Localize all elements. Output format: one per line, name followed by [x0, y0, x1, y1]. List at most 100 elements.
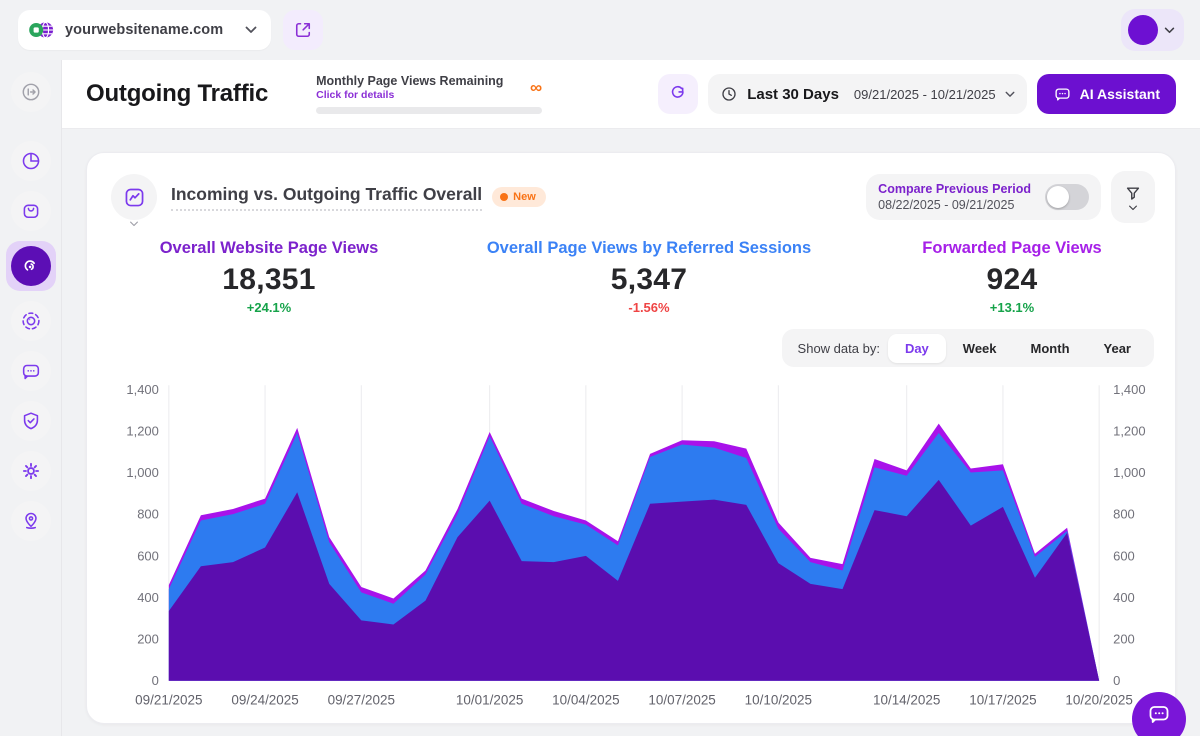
badge-label: New — [513, 191, 536, 203]
stat-label: Overall Website Page Views — [87, 239, 451, 258]
ai-chat-icon — [1053, 85, 1072, 103]
refresh-button[interactable] — [658, 74, 698, 114]
stat-delta: +24.1% — [87, 300, 451, 315]
funnel-icon — [1123, 184, 1143, 204]
sidebar-item-outgoing-traffic-active[interactable] — [6, 241, 56, 291]
svg-text:0: 0 — [152, 673, 159, 688]
sidebar-item-locations[interactable] — [11, 501, 51, 541]
svg-text:10/20/2025: 10/20/2025 — [1065, 693, 1132, 708]
chevron-down-icon — [1005, 91, 1015, 98]
svg-text:09/24/2025: 09/24/2025 — [231, 693, 298, 708]
chevron-down-icon — [1164, 27, 1175, 34]
svg-text:400: 400 — [137, 590, 159, 605]
location-pin-icon — [20, 510, 42, 532]
svg-text:1,200: 1,200 — [1113, 423, 1145, 438]
granularity-week[interactable]: Week — [946, 334, 1014, 363]
sidebar-item-chat[interactable] — [11, 351, 51, 391]
svg-text:10/10/2025: 10/10/2025 — [745, 693, 812, 708]
outgoing-traffic-icon — [11, 246, 51, 286]
quota-title: Monthly Page Views Remaining — [316, 74, 542, 88]
page-header: Outgoing Traffic Monthly Page Views Rema… — [62, 60, 1200, 129]
quota-widget: Monthly Page Views Remaining Click for d… — [316, 74, 542, 114]
sidebar-item-security[interactable] — [11, 401, 51, 441]
chevron-down-icon — [129, 221, 139, 227]
svg-text:10/07/2025: 10/07/2025 — [648, 693, 715, 708]
compare-label: Compare Previous Period — [878, 182, 1031, 196]
svg-text:10/17/2025: 10/17/2025 — [969, 693, 1036, 708]
sidebar-collapse-toggle[interactable] — [11, 72, 51, 112]
user-menu[interactable] — [1121, 9, 1184, 51]
svg-text:1,000: 1,000 — [1113, 465, 1145, 480]
granularity-year[interactable]: Year — [1087, 334, 1148, 363]
page-title: Outgoing Traffic — [86, 80, 268, 108]
stat-referred-sessions: Overall Page Views by Referred Sessions … — [451, 239, 847, 315]
date-range-selector[interactable]: Last 30 Days 09/21/2025 - 10/21/2025 — [708, 74, 1026, 114]
svg-text:200: 200 — [1113, 632, 1135, 647]
infinity-icon: ∞ — [530, 79, 542, 96]
stat-forwarded-page-views: Forwarded Page Views 924 +13.1% — [847, 239, 1177, 315]
quota-details-link[interactable]: Click for details — [316, 89, 542, 101]
svg-text:1,400: 1,400 — [126, 382, 158, 397]
gear-icon — [20, 460, 42, 482]
show-data-by-control: Show data by: Day Week Month Year — [782, 329, 1154, 367]
ai-assistant-label: AI Assistant — [1080, 86, 1160, 102]
sidebar-item-scan[interactable] — [11, 301, 51, 341]
ai-assistant-button[interactable]: AI Assistant — [1037, 74, 1176, 114]
stat-value: 5,347 — [451, 263, 847, 297]
website-selector[interactable]: yourwebsitename.com — [18, 10, 271, 50]
show-data-by-label: Show data by: — [798, 341, 880, 356]
card-title[interactable]: Incoming vs. Outgoing Traffic Overall — [171, 184, 482, 211]
collapse-arrow-icon — [20, 81, 42, 103]
avatar — [1128, 15, 1158, 45]
svg-text:600: 600 — [1113, 548, 1135, 563]
chart-type-selector[interactable] — [111, 174, 157, 220]
shield-check-icon — [20, 410, 42, 432]
stat-value: 924 — [847, 263, 1177, 297]
stat-value: 18,351 — [87, 263, 451, 297]
svg-text:1,200: 1,200 — [126, 423, 158, 438]
svg-text:09/27/2025: 09/27/2025 — [328, 693, 395, 708]
svg-text:10/01/2025: 10/01/2025 — [456, 693, 523, 708]
toggle-knob — [1047, 186, 1069, 208]
chevron-down-icon — [1128, 205, 1138, 211]
chevron-down-icon — [223, 26, 257, 34]
open-website-button[interactable] — [283, 10, 323, 50]
granularity-day[interactable]: Day — [888, 334, 946, 363]
scan-camera-icon — [20, 310, 42, 332]
svg-text:200: 200 — [137, 632, 159, 647]
svg-text:400: 400 — [1113, 590, 1135, 605]
stat-label: Overall Page Views by Referred Sessions — [451, 239, 847, 258]
refresh-icon — [668, 84, 688, 104]
traffic-overview-card: Incoming vs. Outgoing Traffic Overall Ne… — [86, 152, 1176, 724]
stat-label: Forwarded Page Views — [847, 239, 1177, 258]
stat-delta: +13.1% — [847, 300, 1177, 315]
range-dates: 09/21/2025 - 10/21/2025 — [854, 87, 996, 102]
filter-button[interactable] — [1111, 171, 1155, 223]
website-logo-icon — [28, 18, 55, 42]
clock-icon — [720, 85, 738, 103]
stat-delta: -1.56% — [451, 300, 847, 315]
svg-text:1,000: 1,000 — [126, 465, 158, 480]
traffic-area-chart[interactable]: 002002004004006006008008001,0001,0001,20… — [87, 380, 1175, 710]
line-chart-icon — [123, 186, 146, 209]
sidebar-item-store[interactable] — [11, 191, 51, 231]
sidebar — [0, 60, 62, 736]
sidebar-item-settings[interactable] — [11, 451, 51, 491]
granularity-month[interactable]: Month — [1014, 334, 1087, 363]
sidebar-item-analytics[interactable] — [11, 141, 51, 181]
compare-toggle[interactable] — [1045, 184, 1089, 210]
pie-chart-icon — [20, 150, 42, 172]
svg-text:600: 600 — [137, 548, 159, 563]
svg-text:10/14/2025: 10/14/2025 — [873, 693, 940, 708]
svg-text:800: 800 — [137, 507, 159, 522]
compare-range: 08/22/2025 - 09/21/2025 — [878, 198, 1031, 212]
chat-bubble-icon — [20, 360, 42, 382]
quota-progress-bar — [316, 107, 542, 114]
svg-text:1,400: 1,400 — [1113, 382, 1145, 397]
external-link-icon — [293, 20, 313, 40]
range-label: Last 30 Days — [747, 86, 839, 103]
compare-previous-period: Compare Previous Period 08/22/2025 - 09/… — [866, 174, 1101, 220]
stat-overall-page-views: Overall Website Page Views 18,351 +24.1% — [87, 239, 451, 315]
chat-bubble-icon — [1147, 702, 1171, 726]
svg-text:10/04/2025: 10/04/2025 — [552, 693, 619, 708]
